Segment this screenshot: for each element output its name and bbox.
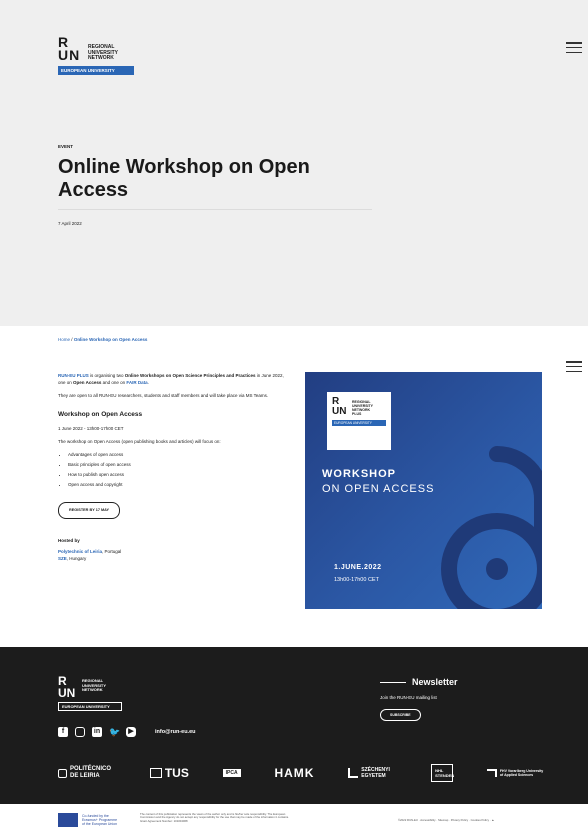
subscribe-button[interactable]: SUBSCRIBE <box>380 709 421 721</box>
poster-logo: R UN REGIONAL UNIVERSITY NETWORK PLUS EU… <box>327 392 391 450</box>
partner-logo-leiria[interactable]: POLITÉCNICO DE LEIRIA <box>58 766 116 780</box>
partner-logos: POLITÉCNICO DE LEIRIA TUS IPCA HAMK SZÉC… <box>58 764 544 782</box>
partner-logo-sze[interactable]: SZÉCHENYI EGYETEM <box>348 767 397 779</box>
footer: R UN REGIONAL UNIVERSITY NETWORK EUROPEA… <box>0 647 588 804</box>
register-button[interactable]: REGISTER BY 17 MAY <box>58 502 121 519</box>
hero-section: R UN REGIONAL UNIVERSITY NETWORK EUROPEA… <box>0 0 588 326</box>
page-title: Online Workshop on Open Access <box>58 156 310 201</box>
twitter-icon[interactable]: 🐦 <box>109 727 120 737</box>
open-access-lock-icon <box>441 446 542 609</box>
partner-logo-tus[interactable]: TUS <box>149 766 189 780</box>
linkedin-icon[interactable]: in <box>92 727 102 737</box>
section-date: 1 June 2022 - 13h00-17h00 CET <box>58 426 124 431</box>
eu-flag-icon <box>58 813 78 827</box>
disclaimer-text: The content of this publication represen… <box>140 812 289 823</box>
workshop-poster-image: R UN REGIONAL UNIVERSITY NETWORK PLUS EU… <box>305 372 542 609</box>
poster-time: 13h00-17h00 CET <box>334 577 379 583</box>
eu-funding-text: Co-funded by the Erasmus+ Programme of t… <box>82 814 118 826</box>
fair-data-link[interactable]: FAIR Data <box>126 380 147 385</box>
event-label: EVENT <box>58 144 74 149</box>
run-eu-plus-link[interactable]: RUN-EU PLUS <box>58 373 89 378</box>
copyright-links[interactable]: ©2022 RUN-EU · Accessibility · Sitemap ·… <box>398 818 494 822</box>
hosted-by-label: Hosted by <box>58 538 80 543</box>
partner-logo-nhl-stenden[interactable]: NHL STENDEN <box>431 764 454 782</box>
focus-paragraph: The workshop on Open Access (open publis… <box>58 439 221 444</box>
host-link-leiria[interactable]: Polytechnic of Leiria <box>58 549 102 554</box>
divider <box>58 209 372 210</box>
hamburger-menu-icon[interactable] <box>566 361 582 372</box>
host-link-sze[interactable]: SZE <box>58 556 67 561</box>
run-eu-logo[interactable]: R UN REGIONAL UNIVERSITY NETWORK EUROPEA… <box>58 35 138 75</box>
divider <box>380 681 406 683</box>
topic-list: Advantages of open access Basic principl… <box>68 451 290 488</box>
facebook-icon[interactable]: f <box>58 727 68 737</box>
breadcrumb-separator: / <box>71 337 73 342</box>
list-item: Advantages of open access <box>68 451 290 458</box>
youtube-icon[interactable]: ▶ <box>126 727 136 737</box>
logo-word: NETWORK <box>88 55 114 61</box>
poster-date: 1.JUNE.2022 <box>334 564 382 571</box>
partner-logo-fhv[interactable]: FHV Vorarlberg University of Applied Sci… <box>486 769 544 778</box>
section-title: Workshop on Open Access <box>58 411 143 418</box>
intro-paragraph: RUN-EU PLUS is organising two Online Wor… <box>58 373 284 385</box>
hamburger-menu-icon[interactable] <box>566 42 582 53</box>
logo-letters-bottom: UN <box>58 47 81 63</box>
list-item: Basic principles of open access <box>68 461 290 468</box>
email-link[interactable]: info@run-eu.eu <box>155 729 196 735</box>
breadcrumb: Home / Online Workshop on Open Access <box>58 337 147 342</box>
footer-logo[interactable]: R UN REGIONAL UNIVERSITY NETWORK EUROPEA… <box>58 675 122 711</box>
partner-logo-hamk[interactable]: HAMK <box>274 766 314 780</box>
breadcrumb-current: Online Workshop on Open Access <box>73 337 148 342</box>
article-content: RUN-EU PLUS is organising two Online Wor… <box>58 372 290 562</box>
logo-bar: EUROPEAN UNIVERSITY <box>58 66 134 75</box>
partner-logo-ipca[interactable]: IPCA <box>222 769 241 777</box>
breadcrumb-home[interactable]: Home <box>58 337 70 342</box>
list-item: Open access and copyright <box>68 481 290 488</box>
newsletter-subtitle: Join the RUN-EU mailing list <box>380 695 437 700</box>
newsletter-block: Newsletter Join the RUN-EU mailing list … <box>380 677 458 721</box>
instagram-icon[interactable] <box>75 727 85 737</box>
social-links: f in 🐦 ▶ info@run-eu.eu <box>58 727 196 737</box>
poster-title-line1: WORKSHOP <box>322 468 396 480</box>
bottom-bar: Co-funded by the Erasmus+ Programme of t… <box>0 804 588 837</box>
list-item: How to publish open access <box>68 471 290 478</box>
open-to-paragraph: They are open to all RUN-EU researchers,… <box>58 393 269 398</box>
newsletter-title: Newsletter <box>412 677 458 687</box>
host-item: Polytechnic of Leiria, Portugal <box>58 549 122 554</box>
host-item: SZE, Hungary <box>58 556 87 561</box>
poster-title-line2: ON OPEN ACCESS <box>322 483 435 495</box>
event-date: 7 April 2022 <box>58 221 82 226</box>
